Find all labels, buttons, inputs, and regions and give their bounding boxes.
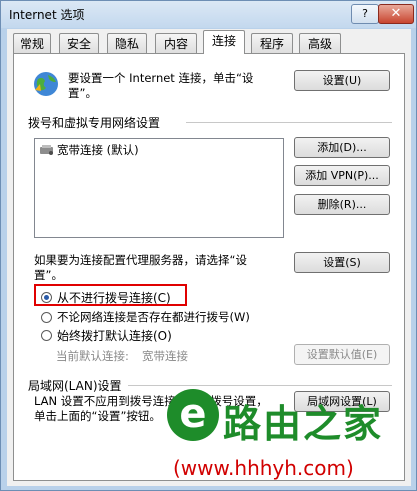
- dialup-connection-icon: [40, 145, 53, 155]
- title-bar[interactable]: Internet 选项 ? ✕: [1, 1, 416, 28]
- always-dial-label[interactable]: 始终拨打默认连接(O): [57, 327, 172, 344]
- current-default-label: 当前默认连接:: [56, 349, 129, 363]
- current-default-value: 宽带连接: [142, 349, 188, 363]
- window-title: Internet 选项: [9, 8, 85, 22]
- list-item[interactable]: 宽带连接 (默认): [57, 142, 139, 158]
- dialup-connection-list[interactable]: 宽带连接 (默认): [34, 138, 284, 238]
- tab-general[interactable]: 常规: [13, 33, 51, 53]
- proxy-description: 如果要为连接配置代理服务器，请选择“设置”。: [34, 253, 247, 282]
- tab-advanced[interactable]: 高级: [299, 33, 341, 53]
- radio-dial-whenever[interactable]: [41, 312, 52, 323]
- set-default-button[interactable]: 设置默认值(E): [294, 344, 390, 365]
- watermark-logo-icon: e: [167, 389, 219, 441]
- setup-description: 要设置一个 Internet 连接，单击“设置”。: [68, 71, 254, 100]
- setup-button[interactable]: 设置(U): [294, 70, 390, 91]
- close-button[interactable]: ✕: [378, 4, 414, 24]
- radio-always-dial-default[interactable]: [41, 330, 52, 341]
- add-vpn-button[interactable]: 添加 VPN(P)...: [294, 165, 390, 186]
- highlight-box: [34, 284, 187, 306]
- divider: [186, 122, 392, 123]
- internet-options-window: Internet 选项 ? ✕ 常规 安全 隐私 内容 连接 程序 高级 要设置…: [0, 0, 417, 491]
- help-button[interactable]: ?: [351, 4, 379, 24]
- divider: [128, 385, 392, 386]
- watermark-url: (www.hhhyh.com): [173, 456, 354, 480]
- tab-privacy[interactable]: 隐私: [107, 33, 147, 53]
- tab-security[interactable]: 安全: [59, 33, 99, 53]
- watermark-logo-text: 路由之家: [223, 402, 384, 446]
- proxy-settings-button[interactable]: 设置(S): [294, 252, 390, 273]
- add-button[interactable]: 添加(D)...: [294, 137, 390, 158]
- dialup-header: 拨号和虚拟专用网络设置: [28, 116, 161, 130]
- tab-connections[interactable]: 连接: [203, 30, 245, 54]
- tab-content[interactable]: 内容: [155, 33, 197, 53]
- dial-whenever-label[interactable]: 不论网络连接是否存在都进行拨号(W): [57, 309, 250, 325]
- globe-icon: [34, 72, 58, 96]
- delete-button[interactable]: 删除(R)...: [294, 194, 390, 215]
- lan-header: 局域网(LAN)设置: [28, 379, 122, 393]
- tab-programs[interactable]: 程序: [251, 33, 293, 53]
